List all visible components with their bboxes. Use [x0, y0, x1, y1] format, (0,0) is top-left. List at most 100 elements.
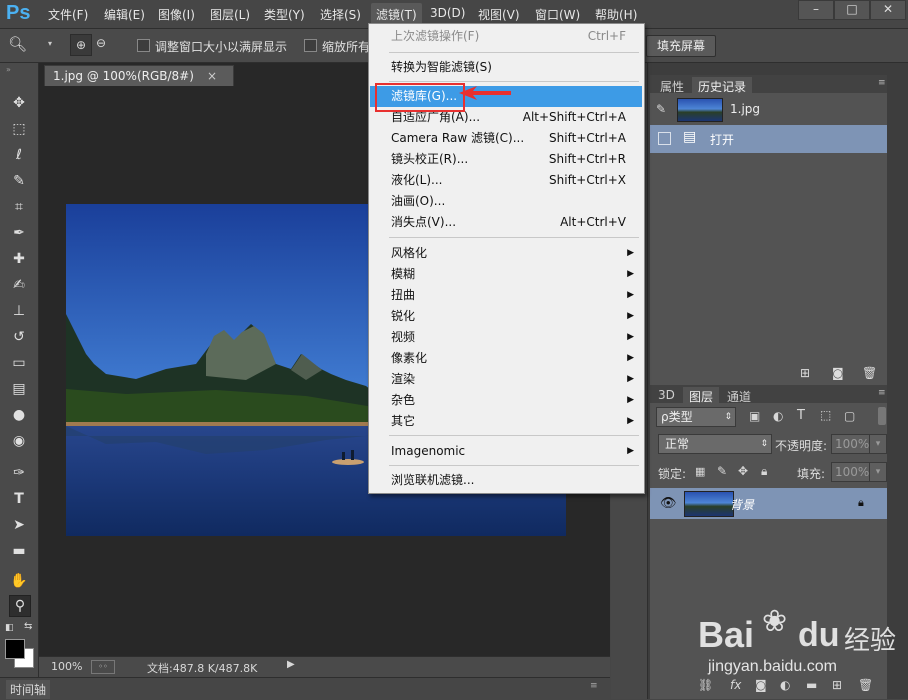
menu-item-liquify[interactable]: 液化(L)... Shift+Ctrl+X	[370, 170, 642, 191]
tab-layers[interactable]: 图层	[683, 387, 720, 406]
lock-pixels-brush-icon[interactable]: ✎	[717, 464, 727, 478]
menu-view[interactable]: 视图(V)	[478, 6, 520, 23]
menu-image[interactable]: 图像(I)	[158, 6, 195, 23]
delete-state-icon[interactable]: 🗑︎	[862, 366, 877, 380]
eraser-tool-icon[interactable]: ▭	[9, 353, 29, 373]
resize-windows-checkbox[interactable]	[137, 39, 150, 52]
opacity-dropdown-icon[interactable]: ▾	[869, 434, 887, 454]
close-window-button[interactable]: ✕	[870, 0, 906, 20]
status-menu-arrow-icon[interactable]: ▶	[287, 659, 295, 670]
fill-input[interactable]: 100%	[831, 462, 872, 482]
tab-history[interactable]: 历史记录	[692, 77, 753, 96]
document-tab[interactable]: 1.jpg @ 100%(RGB/8#) ×	[44, 65, 234, 86]
zoom-level[interactable]: 100%	[51, 660, 82, 673]
marquee-tool-icon[interactable]: ⬚	[9, 119, 29, 139]
menu-file[interactable]: 文件(F)	[48, 6, 88, 23]
menu-item-camera-raw[interactable]: Camera Raw 滤镜(C)... Shift+Ctrl+A	[370, 128, 642, 149]
quick-select-tool-icon[interactable]: ✎	[9, 171, 29, 191]
menu-3d[interactable]: 3D(D)	[430, 6, 465, 20]
pen-tool-icon[interactable]: ✑	[9, 463, 29, 483]
gradient-tool-icon[interactable]: ▤	[9, 379, 29, 399]
menu-item-noise[interactable]: 杂色 ▶	[370, 390, 642, 411]
timeline-menu-icon[interactable]: ≡	[590, 681, 598, 691]
menu-item-video[interactable]: 视频 ▶	[370, 327, 642, 348]
eyedropper-tool-icon[interactable]: ✒	[9, 223, 29, 243]
status-info-icon[interactable]: ◦◦	[91, 660, 115, 674]
layer-filter-select[interactable]: ρ类型 ⇕	[656, 407, 736, 427]
blend-mode-select[interactable]: 正常 ⇕	[658, 434, 772, 454]
lock-all-icon[interactable]: 🔒︎	[761, 464, 767, 479]
filter-adjustment-icon[interactable]: ◐	[773, 409, 783, 423]
menu-type[interactable]: 类型(Y)	[264, 6, 305, 23]
swap-colors-icon[interactable]: ⇆	[24, 621, 32, 632]
filter-shape-icon[interactable]: ⬚	[820, 408, 831, 422]
menu-item-lens-correction[interactable]: 镜头校正(R)... Shift+Ctrl+R	[370, 149, 642, 170]
menu-layer[interactable]: 图层(L)	[210, 6, 250, 23]
lasso-tool-icon[interactable]: ℓ	[9, 145, 29, 165]
menu-item-pixelate[interactable]: 像素化 ▶	[370, 348, 642, 369]
tab-channels[interactable]: 通道	[727, 388, 751, 405]
default-colors-icon[interactable]: ◧	[5, 623, 14, 633]
zoom-in-icon[interactable]: ⊕	[70, 34, 92, 56]
path-select-tool-icon[interactable]: ➤	[9, 515, 29, 535]
zoom-tool-icon-selected[interactable]: ⚲	[9, 595, 31, 617]
tab-3d[interactable]: 3D	[658, 388, 675, 402]
history-state-checkbox[interactable]	[658, 132, 671, 145]
move-tool-icon[interactable]: ✥	[9, 93, 29, 113]
menu-select[interactable]: 选择(S)	[320, 6, 361, 23]
timeline-tab[interactable]: 时间轴	[6, 680, 51, 699]
brush-tool-icon[interactable]: ✍	[9, 275, 29, 295]
menu-item-last-filter[interactable]: 上次滤镜操作(F) Ctrl+F	[370, 26, 642, 47]
menu-item-stylize[interactable]: 风格化 ▶	[370, 243, 642, 264]
menu-help[interactable]: 帮助(H)	[595, 6, 637, 23]
zoom-all-checkbox[interactable]	[304, 39, 317, 52]
menu-item-vanishing-point[interactable]: 消失点(V)... Alt+Ctrl+V	[370, 212, 642, 233]
menu-item-render[interactable]: 渲染 ▶	[370, 369, 642, 390]
dodge-tool-icon[interactable]: ◉	[9, 431, 29, 451]
layers-panel-menu-icon[interactable]: ≡	[878, 388, 886, 398]
history-brush-tool-icon[interactable]: ↺	[9, 327, 29, 347]
menu-item-imagenomic[interactable]: Imagenomic ▶	[370, 441, 642, 462]
snapshot-camera-icon[interactable]: ◙	[832, 366, 844, 380]
crop-tool-icon[interactable]: ⌗	[9, 197, 29, 217]
type-tool-icon[interactable]: T	[9, 489, 29, 509]
lock-position-icon[interactable]: ✥	[738, 464, 748, 478]
collapse-icon[interactable]: »	[6, 65, 11, 74]
minimize-button[interactable]: –	[798, 0, 834, 20]
menu-item-distort[interactable]: 扭曲 ▶	[370, 285, 642, 306]
hand-tool-icon[interactable]: ✋	[9, 571, 29, 591]
fill-dropdown-icon[interactable]: ▾	[869, 462, 887, 482]
new-document-from-state-icon[interactable]: ⊞	[800, 366, 810, 380]
menu-item-other[interactable]: 其它 ▶	[370, 411, 642, 432]
zoom-tool-icon[interactable]: 🔍︎	[8, 35, 27, 53]
layer-name[interactable]: 背景	[730, 496, 754, 513]
filter-smart-object-icon[interactable]: ▢	[844, 409, 855, 423]
zoom-out-icon[interactable]: ⊖	[96, 36, 106, 50]
close-tab-icon[interactable]: ×	[207, 66, 217, 86]
lock-transparent-icon[interactable]: ▦	[695, 465, 705, 478]
blur-tool-icon[interactable]: ●	[9, 405, 29, 425]
filter-toggle-switch[interactable]	[878, 407, 886, 425]
filter-pixel-icon[interactable]: ▣	[749, 409, 760, 423]
menu-item-sharpen[interactable]: 锐化 ▶	[370, 306, 642, 327]
clone-stamp-tool-icon[interactable]: ⊥	[9, 301, 29, 321]
history-state-row[interactable]: ▤ 打开	[650, 125, 887, 153]
fill-screen-button[interactable]: 填充屏幕	[646, 35, 716, 57]
history-panel-menu-icon[interactable]: ≡	[878, 78, 886, 88]
filter-type-icon[interactable]: T	[797, 408, 805, 423]
menu-item-convert-smart-filter[interactable]: 转换为智能滤镜(S)	[370, 57, 642, 78]
maximize-button[interactable]: □	[834, 0, 870, 20]
menu-item-oil-paint[interactable]: 油画(O)...	[370, 191, 642, 212]
opacity-input[interactable]: 100%	[831, 434, 872, 454]
tab-properties[interactable]: 属性	[660, 78, 684, 95]
foreground-color-swatch[interactable]	[5, 639, 25, 659]
menu-edit[interactable]: 编辑(E)	[104, 6, 145, 23]
tool-preset-chevron-icon[interactable]: ▾	[48, 39, 52, 48]
shape-tool-icon[interactable]: ▬	[9, 541, 29, 561]
menu-item-browse-online-filters[interactable]: 浏览联机滤镜...	[370, 470, 642, 491]
menu-item-blur[interactable]: 模糊 ▶	[370, 264, 642, 285]
layer-visibility-eye-icon[interactable]: 👁︎	[660, 496, 677, 511]
healing-brush-tool-icon[interactable]: ✚	[9, 249, 29, 269]
layer-row[interactable]: 👁︎ 背景 🔒︎	[650, 488, 887, 519]
history-snapshot-row[interactable]: ✎ 1.jpg	[650, 96, 887, 124]
